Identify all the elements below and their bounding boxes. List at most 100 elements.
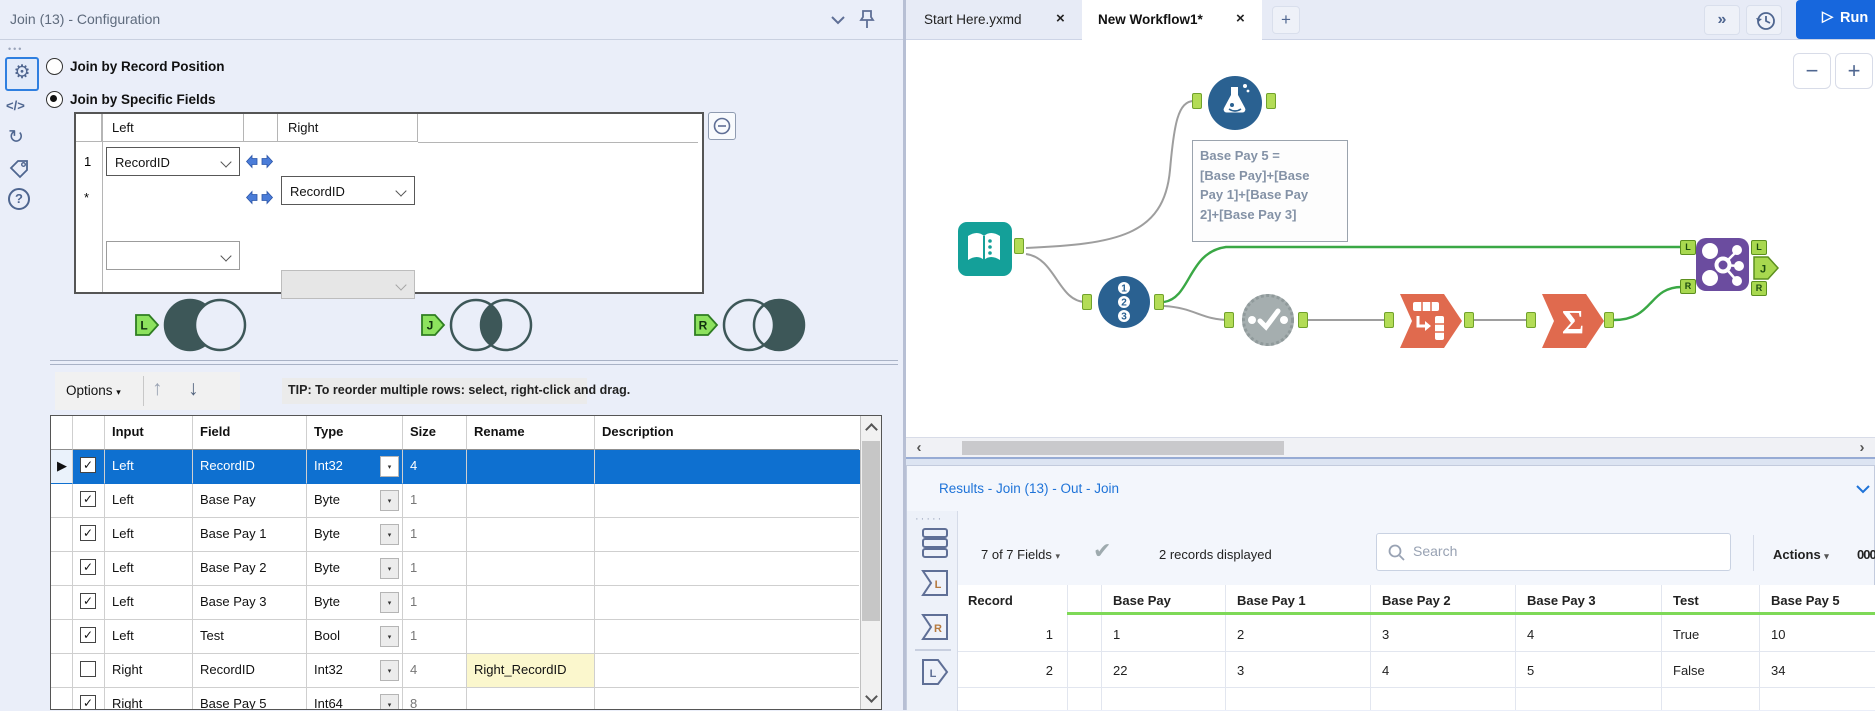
scroll-down-button[interactable] xyxy=(861,687,881,709)
transpose-tool[interactable] xyxy=(1398,292,1466,350)
grid-row[interactable]: ✓ Left Base Pay 2 Byte ▾ 1 xyxy=(51,552,881,586)
col-header-test[interactable]: Test xyxy=(1673,593,1699,608)
venn-right-join-icon[interactable] xyxy=(721,297,813,353)
cell-record[interactable]: 2 xyxy=(958,663,1053,678)
grid-row[interactable]: Right RecordID Int32 ▾ 4 Right_RecordID xyxy=(51,654,881,688)
code-icon[interactable]: </> xyxy=(6,98,25,113)
workflow-canvas[interactable]: 1 2 3 Σ L R L J R − + xyxy=(906,40,1875,437)
cell-description[interactable] xyxy=(595,450,859,484)
zoom-in-button[interactable]: + xyxy=(1835,53,1873,89)
row-checkbox[interactable]: ✓ xyxy=(80,627,96,643)
col-header-base-pay-1[interactable]: Base Pay 1 xyxy=(1237,593,1306,608)
cell-type[interactable]: Byte ▾ xyxy=(307,484,403,518)
join-output-anchor-left[interactable]: L xyxy=(1751,240,1767,255)
cell-rename[interactable] xyxy=(467,586,595,620)
cell-type[interactable]: Bool ▾ xyxy=(307,620,403,654)
chevron-down-icon[interactable] xyxy=(830,14,846,26)
text-input-tool[interactable] xyxy=(958,222,1012,276)
cell-description[interactable] xyxy=(595,654,859,688)
input-anchor[interactable] xyxy=(1082,294,1092,310)
scrollbar-thumb[interactable] xyxy=(862,441,880,621)
zoom-out-button[interactable]: − xyxy=(1793,53,1831,89)
join-input-anchor-right[interactable]: R xyxy=(1680,279,1696,294)
cell-type[interactable]: Int32 ▾ xyxy=(307,654,403,688)
run-button[interactable]: ▷ Run xyxy=(1796,0,1875,39)
tab-close-icon[interactable]: × xyxy=(1056,10,1065,27)
cell-rename[interactable] xyxy=(467,688,595,709)
join-output-anchor-join[interactable]: J xyxy=(1752,255,1780,281)
record-id-tool[interactable]: 1 2 3 xyxy=(1098,276,1150,328)
type-dropdown-icon[interactable]: ▾ xyxy=(380,694,399,709)
input-anchor-right-button[interactable]: R xyxy=(919,612,951,642)
cell-rename[interactable] xyxy=(467,518,595,552)
scroll-up-button[interactable] xyxy=(861,416,881,438)
row-checkbox[interactable]: ✓ xyxy=(80,695,96,709)
col-header-input[interactable]: Input xyxy=(105,416,193,450)
cell-description[interactable] xyxy=(595,688,859,709)
type-dropdown-icon[interactable]: ▾ xyxy=(380,524,399,545)
summarize-tool[interactable]: Σ xyxy=(1540,292,1608,350)
cell[interactable]: 34 xyxy=(1771,663,1785,678)
cell-description[interactable] xyxy=(595,484,859,518)
col-header-base-pay-5[interactable]: Base Pay 5 xyxy=(1771,593,1840,608)
delete-row-button[interactable] xyxy=(708,112,736,140)
chevron-down-icon[interactable] xyxy=(1855,483,1871,495)
configuration-tab-selected[interactable]: ⚙ xyxy=(5,57,39,91)
canvas-h-scrollbar[interactable]: ‹ › xyxy=(906,437,1875,457)
row-checkbox[interactable]: ✓ xyxy=(80,491,96,507)
grid-row-clipped[interactable]: ✓ Right Base Pay 5 Int64 ▾ 8 xyxy=(51,688,881,709)
grid-row-selected[interactable]: ▶ ✓ Left RecordID Int32 ▾ 4 xyxy=(51,450,881,484)
type-dropdown-icon[interactable]: ▾ xyxy=(380,490,399,511)
cell[interactable]: 10 xyxy=(1771,627,1785,642)
join-output-anchor-right[interactable]: R xyxy=(1751,281,1767,296)
col-header-base-pay-2[interactable]: Base Pay 2 xyxy=(1382,593,1451,608)
input-anchor[interactable] xyxy=(1384,312,1394,328)
grid-row[interactable]: ✓ Left Base Pay 3 Byte ▾ 1 xyxy=(51,586,881,620)
scroll-left-icon[interactable]: ‹ xyxy=(908,438,930,457)
cell[interactable]: 4 xyxy=(1382,663,1389,678)
move-up-icon[interactable]: ↑ xyxy=(152,377,163,401)
cell-description[interactable] xyxy=(595,518,859,552)
input-anchor[interactable] xyxy=(1192,93,1202,109)
type-dropdown-icon[interactable]: ▾ xyxy=(380,592,399,613)
cell[interactable]: False xyxy=(1673,663,1705,678)
col-header-rename[interactable]: Rename xyxy=(467,416,595,450)
output-anchor[interactable] xyxy=(1014,238,1024,254)
table-view-icon[interactable] xyxy=(919,526,951,560)
grid-row[interactable]: ✓ Left Base Pay 1 Byte ▾ 1 xyxy=(51,518,881,552)
join-input-anchor-left[interactable]: L xyxy=(1680,240,1696,255)
row-checkbox[interactable]: ✓ xyxy=(80,457,96,473)
cell[interactable]: True xyxy=(1673,627,1699,642)
col-header-size[interactable]: Size xyxy=(403,416,467,450)
output-anchor[interactable] xyxy=(1266,93,1276,109)
right-field-select[interactable]: RecordID xyxy=(281,176,415,205)
grid-row[interactable]: ✓ Left Test Bool ▾ 1 xyxy=(51,620,881,654)
cell-description[interactable] xyxy=(595,586,859,620)
new-tab-button[interactable]: + xyxy=(1272,6,1300,34)
cell-record[interactable]: 1 xyxy=(958,627,1053,642)
tab-start-here[interactable]: Start Here.yxmd xyxy=(924,12,1022,27)
formula-tool[interactable] xyxy=(1208,76,1262,130)
left-field-select-new[interactable] xyxy=(106,241,240,270)
history-button[interactable] xyxy=(1746,5,1782,35)
tag-icon[interactable] xyxy=(8,158,32,182)
scrollbar-thumb[interactable] xyxy=(962,441,1284,455)
col-header-type[interactable]: Type xyxy=(307,416,403,450)
type-dropdown-icon[interactable]: ▾ xyxy=(380,660,399,681)
col-header-base-pay[interactable]: Base Pay xyxy=(1113,593,1171,608)
cell-description[interactable] xyxy=(595,552,859,586)
grid-row[interactable]: ✓ Left Base Pay Byte ▾ 1 xyxy=(51,484,881,518)
row-checkbox[interactable]: ✓ xyxy=(80,559,96,575)
scroll-right-icon[interactable]: › xyxy=(1851,438,1873,457)
actions-dropdown[interactable]: Actions ▾ xyxy=(1773,547,1829,562)
test-tool[interactable] xyxy=(1240,292,1296,348)
output-anchor[interactable] xyxy=(1298,312,1308,328)
radio-join-by-record-position[interactable] xyxy=(46,58,63,75)
search-input[interactable] xyxy=(1411,542,1715,560)
cell[interactable]: 4 xyxy=(1527,627,1534,642)
pin-icon[interactable] xyxy=(856,8,878,32)
output-anchor[interactable] xyxy=(1464,312,1474,328)
grid-scrollbar[interactable] xyxy=(860,416,881,709)
input-anchor-left-button[interactable]: L xyxy=(919,568,951,598)
cell[interactable]: 3 xyxy=(1382,627,1389,642)
